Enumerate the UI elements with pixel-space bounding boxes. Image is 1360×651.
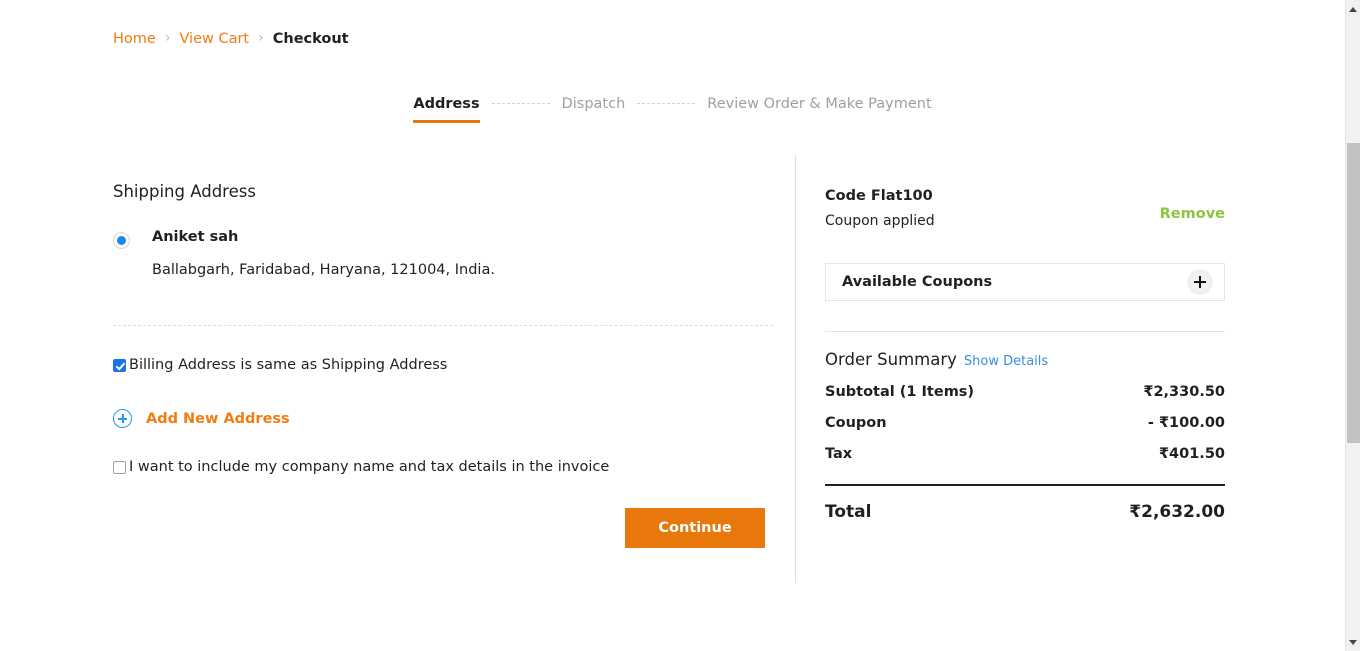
address-name: Aniket sah [152, 229, 495, 246]
summary-row-coupon: Coupon - ₹100.00 [825, 415, 1225, 431]
shipping-address-panel: Shipping Address Aniket sah Ballabgarh, … [113, 155, 773, 548]
total-label: Total [825, 502, 871, 522]
order-summary-panel: Code Flat100 Coupon applied Remove Avail… [825, 155, 1225, 522]
address-option[interactable]: Aniket sah Ballabgarh, Faridabad, Haryan… [113, 229, 773, 280]
billing-same-row[interactable]: Billing Address is same as Shipping Addr… [113, 357, 773, 373]
breadcrumb-view-cart[interactable]: View Cart [179, 31, 249, 47]
order-summary-header: Order Summary Show Details [825, 350, 1225, 369]
summary-row-subtotal: Subtotal (1 Items) ₹2,330.50 [825, 384, 1225, 400]
company-invoice-label: I want to include my company name and ta… [129, 459, 609, 475]
summary-label: Tax [825, 446, 852, 462]
triangle-up-icon [1349, 7, 1357, 12]
summary-value: ₹401.50 [1159, 446, 1225, 462]
add-new-address-label: Add New Address [146, 411, 290, 427]
scroll-up-arrow-icon[interactable] [1346, 2, 1360, 16]
summary-label: Subtotal (1 Items) [825, 384, 974, 400]
scrollbar-thumb[interactable] [1347, 143, 1360, 443]
summary-value: - ₹100.00 [1148, 415, 1225, 431]
radio-selected-dot [117, 236, 126, 245]
summary-row-total: Total ₹2,632.00 [825, 502, 1225, 522]
breadcrumb-separator-icon: › [165, 31, 171, 45]
address-details: Aniket sah Ballabgarh, Faridabad, Haryan… [152, 229, 495, 280]
available-coupons-box[interactable]: Available Coupons [825, 263, 1225, 301]
summary-label: Coupon [825, 415, 887, 431]
step-review-order[interactable]: Review Order & Make Payment [707, 96, 931, 123]
breadcrumb: Home › View Cart › Checkout [113, 31, 349, 47]
applied-coupon: Code Flat100 Coupon applied Remove [825, 188, 1225, 232]
section-divider [113, 325, 773, 326]
plus-circle-icon [113, 409, 132, 428]
column-divider [795, 155, 796, 583]
billing-same-label: Billing Address is same as Shipping Addr… [129, 357, 447, 373]
total-divider [825, 484, 1225, 486]
show-details-link[interactable]: Show Details [964, 354, 1048, 369]
breadcrumb-separator-icon: › [258, 31, 264, 45]
summary-value: ₹2,330.50 [1143, 384, 1225, 400]
step-connector [637, 103, 695, 105]
step-dispatch[interactable]: Dispatch [562, 96, 626, 123]
checkout-page: Home › View Cart › Checkout Address Disp… [0, 0, 1345, 651]
remove-coupon-button[interactable]: Remove [1160, 206, 1225, 222]
available-coupons-label: Available Coupons [842, 274, 992, 290]
continue-button[interactable]: Continue [625, 508, 765, 548]
company-invoice-checkbox[interactable] [113, 461, 126, 474]
summary-divider [825, 331, 1225, 332]
order-summary-title: Order Summary [825, 350, 957, 369]
scroll-down-arrow-icon[interactable] [1346, 635, 1360, 649]
checkout-stepper: Address Dispatch Review Order & Make Pay… [0, 96, 1345, 123]
shipping-address-title: Shipping Address [113, 182, 773, 201]
address-line: Ballabgarh, Faridabad, Haryana, 121004, … [152, 261, 495, 280]
breadcrumb-home[interactable]: Home [113, 31, 156, 47]
breadcrumb-current: Checkout [273, 31, 349, 47]
step-connector [492, 103, 550, 105]
summary-row-tax: Tax ₹401.50 [825, 446, 1225, 462]
address-radio[interactable] [113, 232, 130, 249]
triangle-down-icon [1349, 640, 1357, 645]
continue-button-wrap: Continue [113, 508, 773, 548]
vertical-scrollbar[interactable] [1345, 0, 1360, 651]
add-new-address-button[interactable]: Add New Address [113, 409, 290, 428]
company-invoice-row[interactable]: I want to include my company name and ta… [113, 459, 773, 475]
total-value: ₹2,632.00 [1129, 502, 1225, 522]
plus-icon[interactable] [1187, 269, 1213, 295]
coupon-code: Code Flat100 [825, 188, 1225, 204]
step-address[interactable]: Address [413, 96, 479, 123]
billing-same-checkbox[interactable] [113, 359, 126, 372]
